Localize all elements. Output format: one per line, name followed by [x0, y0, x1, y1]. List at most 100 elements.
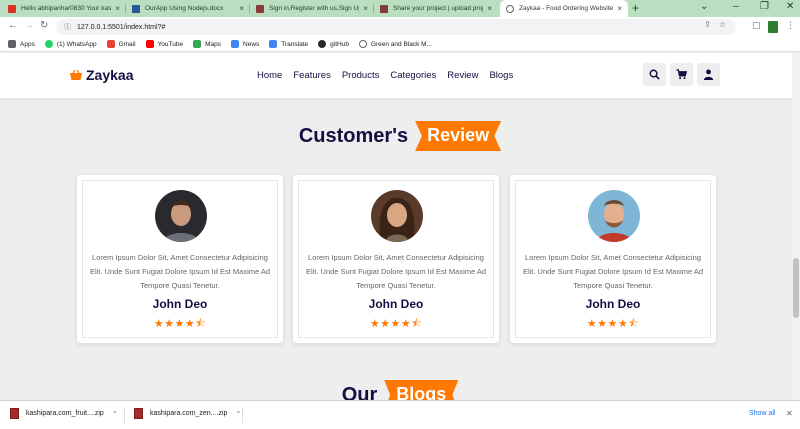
page-scrollbar[interactable]	[792, 53, 800, 400]
review-card: Lorem Ipsum Dolor Sit, Amet Consectetur …	[77, 175, 283, 343]
translate-icon	[269, 40, 278, 48]
bookmark-whatsapp[interactable]: (1) WhatsApp	[44, 40, 97, 48]
review-text: Lorem Ipsum Dolor Sit, Amet Consectetur …	[522, 253, 704, 290]
review-text: Lorem Ipsum Dolor Sit, Amet Consectetur …	[89, 253, 271, 290]
browser-tab[interactable]: Share your project | upload proje ×	[374, 0, 498, 17]
news-icon	[231, 40, 240, 48]
restore-icon[interactable]: ❐	[760, 1, 769, 12]
word-favicon-icon	[132, 4, 140, 13]
download-filename: kashipara.com_fruit....zip	[26, 410, 104, 417]
reviewer-name: John Deo	[152, 297, 208, 311]
review-card: Lorem Ipsum Dolor Sit, Amet Consectetur …	[293, 175, 499, 343]
person-photo-icon	[371, 190, 423, 242]
site-logo[interactable]: Zaykaa	[70, 67, 133, 83]
whatsapp-icon	[44, 40, 53, 48]
globe-icon	[358, 40, 367, 48]
search-button[interactable]	[643, 63, 666, 86]
maps-icon	[193, 40, 202, 48]
download-item[interactable]: kashipara.com_fruit....zip ⌃	[10, 408, 118, 419]
nav-link-features[interactable]: Features	[293, 70, 331, 81]
star-rating: ★★★★⯪	[586, 318, 640, 330]
site-favicon-icon	[256, 4, 264, 13]
browser-tab-active[interactable]: Zaykaa - Food Ordering Website ×	[500, 0, 628, 17]
star-rating: ★★★★⯪	[153, 318, 207, 330]
bookmark-maps[interactable]: Maps	[193, 40, 221, 48]
reload-icon[interactable]: ↻	[40, 20, 48, 31]
bookmark-translate[interactable]: Translate	[269, 40, 308, 48]
close-icon[interactable]: ✕	[786, 409, 793, 418]
browser-tab[interactable]: OurApp Using Nodejs.docx ×	[126, 0, 250, 17]
reviewer-avatar	[371, 190, 423, 242]
bookmark-apps[interactable]: Apps	[8, 40, 35, 48]
reviewer-avatar	[588, 190, 640, 242]
person-photo-icon	[155, 190, 207, 242]
zip-file-icon	[10, 408, 19, 419]
nav-link-products[interactable]: Products	[342, 70, 380, 81]
shopping-basket-icon	[70, 70, 82, 80]
search-icon	[649, 69, 660, 80]
nav-link-home[interactable]: Home	[257, 70, 282, 81]
globe-favicon-icon	[506, 4, 514, 13]
bookmark-news[interactable]: News	[231, 40, 259, 48]
main-nav: Home Features Products Categories Review…	[257, 70, 513, 81]
close-tab-icon[interactable]: ×	[363, 4, 368, 13]
download-item[interactable]: kashipara.com_zen....zip ⌃	[134, 408, 241, 419]
nav-link-categories[interactable]: Categories	[390, 70, 436, 81]
bookmark-github[interactable]: gitHub	[318, 40, 349, 48]
close-tab-icon[interactable]: ×	[487, 4, 492, 13]
scrollbar-thumb[interactable]	[793, 258, 799, 318]
reviewer-name: John Deo	[368, 297, 424, 311]
site-favicon-icon	[380, 4, 388, 13]
reviewer-avatar	[155, 190, 207, 242]
bookmark-star-icon[interactable]: ☆	[719, 20, 726, 29]
person-photo-icon	[588, 190, 640, 242]
chevron-up-icon[interactable]: ⌃	[235, 410, 241, 418]
show-all-button[interactable]: Show all	[749, 410, 775, 417]
zip-file-icon	[134, 408, 143, 419]
bookmark-gmail[interactable]: Gmail	[106, 40, 136, 48]
apps-grid-icon	[8, 40, 16, 48]
extension-icon[interactable]	[768, 21, 778, 33]
close-tab-icon[interactable]: ×	[239, 4, 244, 13]
reviewer-name: John Deo	[585, 297, 641, 311]
youtube-icon	[145, 40, 154, 48]
user-button[interactable]	[697, 63, 720, 86]
new-tab-icon[interactable]: +	[632, 1, 639, 15]
review-text: Lorem Ipsum Dolor Sit, Amet Consectetur …	[305, 253, 487, 290]
user-icon	[703, 69, 714, 80]
download-shelf: kashipara.com_fruit....zip ⌃ kashipara.c…	[0, 400, 800, 429]
close-tab-icon[interactable]: ×	[115, 4, 120, 13]
cart-button[interactable]	[670, 63, 693, 86]
github-icon	[318, 40, 327, 48]
window-close-icon[interactable]: ✕	[786, 1, 794, 12]
extensions-icon[interactable]: ▢	[752, 20, 761, 31]
forward-icon[interactable]: →	[24, 20, 34, 31]
back-icon[interactable]: ←	[8, 20, 18, 31]
tab-search-icon[interactable]: ⌄	[700, 1, 708, 12]
bookmark-green-black[interactable]: Green and Black M...	[358, 40, 432, 48]
bookmarks-bar: Apps (1) WhatsApp Gmail YouTube Maps New…	[0, 37, 800, 52]
bookmark-youtube[interactable]: YouTube	[145, 40, 183, 48]
site-info-icon[interactable]: ⓘ	[64, 22, 71, 32]
browser-tab[interactable]: Sign in,Register with us,Sign Up ×	[250, 0, 374, 17]
menu-icon[interactable]: ⋮	[786, 20, 795, 31]
close-tab-icon[interactable]: ×	[617, 4, 622, 13]
star-rating: ★★★★⯪	[369, 318, 423, 330]
logo-text: Zaykaa	[86, 67, 134, 83]
review-heading: Customer's Review	[0, 121, 800, 151]
review-heading-text: Customer's	[298, 124, 409, 147]
nav-link-blogs[interactable]: Blogs	[489, 70, 513, 81]
minimize-icon[interactable]: –	[733, 1, 739, 12]
nav-link-review[interactable]: Review	[447, 70, 478, 81]
browser-tab[interactable]: Hello abhipanhar0830 Your kashi ×	[2, 0, 126, 17]
browser-toolbar: ← → ↻ ⓘ 127.0.0.1:5501/index.html?# ⇪ ☆ …	[0, 17, 800, 37]
review-heading-tag: Review	[415, 121, 502, 151]
chevron-up-icon[interactable]: ⌃	[112, 410, 118, 418]
gmail-icon	[106, 40, 115, 48]
download-filename: kashipara.com_zen....zip	[150, 410, 228, 417]
share-icon[interactable]: ⇪	[704, 20, 711, 29]
browser-tab-strip: Hello abhipanhar0830 Your kashi × OurApp…	[0, 0, 800, 17]
shopping-cart-icon	[676, 69, 687, 80]
address-bar[interactable]: ⓘ 127.0.0.1:5501/index.html?# ⇪ ☆	[56, 19, 736, 35]
gmail-favicon-icon	[8, 4, 16, 13]
